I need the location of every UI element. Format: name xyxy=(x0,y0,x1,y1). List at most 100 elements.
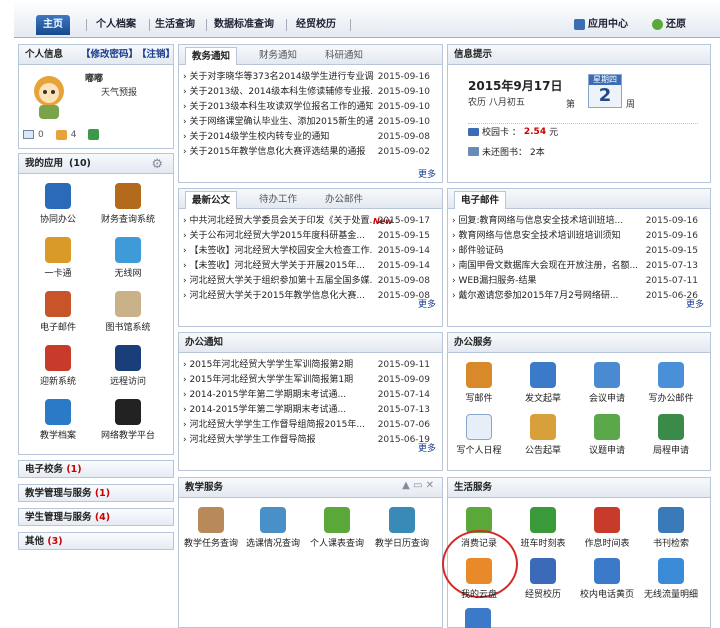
change-password-link[interactable]: 【修改密码】 xyxy=(81,45,138,65)
list-item-title[interactable]: › 关于2014级学生校内转专业的通知 xyxy=(183,131,373,144)
list-item[interactable]: › 河北经贸大学学生工作督导简报 2015-06-19 xyxy=(183,434,438,447)
list-item[interactable]: › 2014-2015学年第二学期期末考试通... 2015-07-13 xyxy=(183,404,438,417)
office-more-link[interactable]: 更多 xyxy=(418,441,436,454)
section-teaching-mgmt[interactable]: 教学管理与服务 (1) xyxy=(18,484,174,502)
list-item[interactable]: › 关于对李晓华等373名2014级学生进行专业调... 2015-09-16 xyxy=(183,71,438,84)
list-item[interactable]: › 关于公布河北经贸大学2015年度科研基金... 2015-09-15 xyxy=(183,230,438,243)
list-item[interactable]: › WEB漏扫服务-结果 2015-07-11 xyxy=(452,275,706,288)
list-item[interactable]: › 【未签收】河北经贸大学关于开展2015年... 2015-09-14 xyxy=(183,260,438,273)
list-item[interactable]: › 2015年河北经贸大学学生军训简报第2期 2015-09-11 xyxy=(183,359,438,372)
tab-email[interactable]: 电子邮件 xyxy=(454,191,507,209)
tab-profile[interactable]: 个人档案 xyxy=(86,15,146,35)
list-item[interactable]: › 南国甲骨文数据库大会现在开放注册，名额... 2015-07-13 xyxy=(452,260,706,273)
notices-more-link[interactable]: 更多 xyxy=(418,167,436,180)
list-item-date: 2015-09-16 xyxy=(377,72,430,82)
list-item[interactable]: › 教育网络与信息安全技术培训班培训须知 2015-09-16 xyxy=(452,230,706,243)
mail-more-link[interactable]: 更多 xyxy=(686,297,704,310)
list-item-title[interactable]: › 南国甲骨文数据库大会现在开放注册，名额... xyxy=(452,260,642,273)
list-item-title[interactable]: › 关于网络课堂确认毕业生、添加2015新生的通知... xyxy=(183,116,373,129)
app-enrollment[interactable]: 迎新系统 xyxy=(18,345,98,387)
app-remote-access[interactable]: 远程访问 xyxy=(88,345,168,387)
list-item-title[interactable]: › 回复:教育网络与信息安全技术培训班培... xyxy=(452,215,642,228)
list-item-title[interactable]: › 河北经贸大学学生工作督导组简报2015年... xyxy=(183,419,373,432)
list-item[interactable]: › 河北经贸大学关于组织参加第十五届全国多媒... 2015-09-08 xyxy=(183,275,438,288)
list-item-title[interactable]: › 关于2013级、2014级本科生修读辅修专业报... xyxy=(183,86,373,99)
teaching-services-panel: 教学服务 ▲ ▭ ✕ xyxy=(178,477,443,628)
tab-life-query[interactable]: 生活查询 xyxy=(149,15,201,35)
list-item-title[interactable]: › 关于公布河北经贸大学2015年度科研基金... xyxy=(183,230,373,243)
section-other[interactable]: 其他 (3) xyxy=(18,532,174,550)
list-item-title[interactable]: › 关于对李晓华等373名2014级学生进行专业调... xyxy=(183,71,373,84)
list-item[interactable]: › 回复:教育网络与信息安全技术培训班培... 2015-09-16 xyxy=(452,215,706,228)
calendar-icon xyxy=(466,414,492,440)
svc-schedule-request[interactable]: 局程申请 xyxy=(631,414,711,456)
list-item-title[interactable]: › 【未签收】河北经贸大学校园安全大检查工作... xyxy=(183,245,373,258)
list-item[interactable]: › 河北经贸大学关于2015年教学信息化大赛... 2015-09-08 xyxy=(183,290,438,303)
extra-app-icon[interactable] xyxy=(465,608,491,628)
list-item-title[interactable]: › 教育网络与信息安全技术培训班培训须知 xyxy=(452,230,642,243)
list-item-title[interactable]: › 邮件验证码 xyxy=(452,245,642,258)
section-student-mgmt[interactable]: 学生管理与服务 (4) xyxy=(18,508,174,526)
list-item[interactable]: › 【未签收】河北经贸大学校园安全大检查工作... 2015-09-14 xyxy=(183,245,438,258)
app-blackboard[interactable]: 网络教学平台 xyxy=(88,399,168,441)
app-center-button[interactable]: 应用中心 xyxy=(574,15,628,35)
app-email[interactable]: 电子邮件 xyxy=(18,291,98,333)
app-library[interactable]: 图书馆系统 xyxy=(88,291,168,333)
list-item[interactable]: › 2014-2015学年第二学期期末考试通... 2015-07-14 xyxy=(183,389,438,402)
panel-controls-icon[interactable]: ▲ ▭ ✕ xyxy=(402,480,434,491)
list-item-title[interactable]: › 2015年河北经贸大学学生军训简报第2期 xyxy=(183,359,373,372)
tab-research-notice[interactable]: 科研通知 xyxy=(319,47,369,65)
app-finance[interactable]: 财务查询系统 xyxy=(88,183,168,225)
tab-finance-notice[interactable]: 财务通知 xyxy=(253,47,303,65)
list-item-title[interactable]: › 关于2013级本科生攻读双学位报名工作的通知 xyxy=(183,101,373,114)
section-e-affairs[interactable]: 电子校务 (1) xyxy=(18,460,174,478)
list-item[interactable]: › 河北经贸大学学生工作督导组简报2015年... 2015-07-06 xyxy=(183,419,438,432)
tab-home[interactable]: 主页 xyxy=(36,15,70,35)
list-item-title[interactable]: › 河北经贸大学关于组织参加第十五届全国多媒... xyxy=(183,275,373,288)
tab-data-standard[interactable]: 数据标准查询 xyxy=(206,15,282,35)
life-book-search[interactable]: 书刊检索 xyxy=(631,507,711,549)
docs-more-link[interactable]: 更多 xyxy=(418,297,436,310)
list-item[interactable]: › 2015年河北经贸大学学生军训简报第1期 2015-09-09 xyxy=(183,374,438,387)
mail-icon[interactable] xyxy=(23,130,34,139)
list-item[interactable]: › 中共河北经贸大学委员会关于印发《关于处置... New 2015-09-17 xyxy=(183,215,438,228)
app-campus-card[interactable]: 一卡通 xyxy=(18,237,98,279)
list-item-title[interactable]: › WEB漏扫服务-结果 xyxy=(452,275,642,288)
bag-icon xyxy=(198,507,224,533)
list-item[interactable]: › 关于2013级本科生攻读双学位报名工作的通知 2015-09-10 xyxy=(183,101,438,114)
weather-link[interactable]: 天气预报 xyxy=(101,85,137,98)
list-item[interactable]: › 关于2013级、2014级本科生修读辅修专业报... 2015-09-10 xyxy=(183,86,438,99)
list-item-title[interactable]: › 【未签收】河北经贸大学关于开展2015年... xyxy=(183,260,373,273)
house-icon xyxy=(45,345,71,371)
tab-calendar[interactable]: 经贸校历 xyxy=(286,15,346,35)
logout-link[interactable]: 【注销】 xyxy=(137,45,175,65)
gear-icon[interactable]: ⚙ xyxy=(151,157,163,172)
list-item[interactable]: › 戴尔邀请您参加2015年7月2号网络研... 2015-06-26 xyxy=(452,290,706,303)
list-item-title[interactable]: › 关于2015年教学信息化大赛评选结果的通报 xyxy=(183,146,373,159)
list-item[interactable]: › 关于2015年教学信息化大赛评选结果的通报 2015-09-02 xyxy=(183,146,438,159)
tab-academic-notice[interactable]: 教务通知 xyxy=(185,47,238,65)
list-item-title[interactable]: › 河北经贸大学关于2015年教学信息化大赛... xyxy=(183,290,373,303)
tab-office-mail[interactable]: 办公邮件 xyxy=(319,191,369,209)
app-collab-office[interactable]: 协同办公 xyxy=(18,183,98,225)
svc-write-office-mail[interactable]: 写办公邮件 xyxy=(631,362,711,404)
contacts-icon[interactable] xyxy=(88,129,100,140)
list-item-title[interactable]: › 戴尔邀请您参加2015年7月2号网络研... xyxy=(452,290,642,303)
list-item-title[interactable]: › 2014-2015学年第二学期期末考试通... xyxy=(183,389,373,402)
tab-pending-work[interactable]: 待办工作 xyxy=(253,191,303,209)
app-teaching-archive[interactable]: 教学档案 xyxy=(18,399,98,441)
app-wifi[interactable]: 无线网 xyxy=(88,237,168,279)
tab-latest-docs[interactable]: 最新公文 xyxy=(185,191,238,209)
list-item[interactable]: › 关于2014级学生校内转专业的通知 2015-09-08 xyxy=(183,131,438,144)
list-item-title[interactable]: › 中共河北经贸大学委员会关于印发《关于处置... xyxy=(183,215,373,228)
speaker-icon[interactable] xyxy=(55,129,67,140)
life-wifi-traffic[interactable]: 无线流量明细 xyxy=(631,558,711,600)
list-item-title[interactable]: › 河北经贸大学学生工作督导简报 xyxy=(183,434,373,447)
restore-button[interactable]: 还原 xyxy=(652,15,686,35)
status-icons: 0 4 xyxy=(23,129,100,140)
list-item-title[interactable]: › 2014-2015学年第二学期期末考试通... xyxy=(183,404,373,417)
list-item-title[interactable]: › 2015年河北经贸大学学生军训简报第1期 xyxy=(183,374,373,387)
teach-calendar[interactable]: 教学日历查询 xyxy=(362,507,442,549)
list-item[interactable]: › 关于网络课堂确认毕业生、添加2015新生的通知... 2015-09-10 xyxy=(183,116,438,129)
list-item[interactable]: › 邮件验证码 2015-09-15 xyxy=(452,245,706,258)
